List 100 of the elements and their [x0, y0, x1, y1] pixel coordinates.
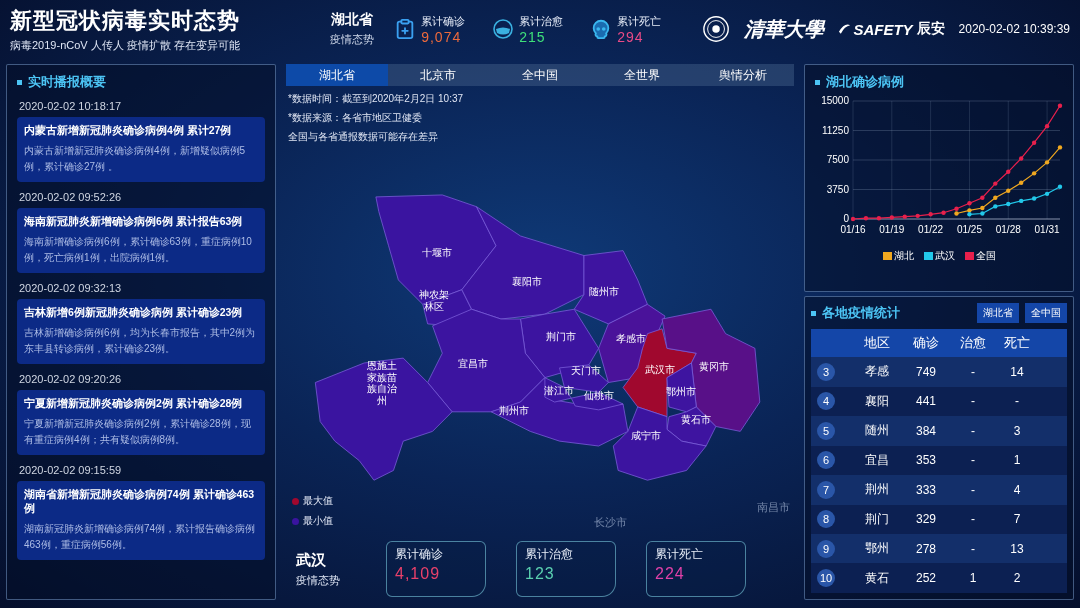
data-point	[863, 216, 869, 221]
map-region[interactable]	[520, 308, 599, 378]
table-cell-text: -	[970, 482, 976, 497]
news-time: 2020-02-02 09:15:59	[19, 464, 123, 476]
stat-label: 累计死亡	[617, 13, 662, 29]
data-point	[993, 181, 998, 186]
stat-value: 9,074	[421, 28, 463, 45]
dashboard-title: 新型冠状病毒实时态势	[10, 6, 241, 35]
axis-label: 0	[843, 213, 849, 224]
region-label: 鄂州市	[665, 386, 696, 398]
column-header: 死亡	[1003, 334, 1031, 353]
data-point	[967, 201, 972, 206]
data-point	[1057, 145, 1063, 150]
column-header: 治愈	[959, 334, 987, 353]
stat-value: 224	[655, 565, 686, 583]
news-body: 湖南新冠肺炎新增确诊病例74例，累计报告确诊病例463例，重症病例56例。	[24, 522, 257, 552]
region-label: 黄石市	[681, 413, 712, 425]
region-label: 武汉市	[645, 363, 676, 375]
news-card[interactable]: 海南新冠肺炎新增确诊病例6例 累计报告63例 海南新增确诊病例6例，累计确诊63例，重症病例10例，死亡病例1例，出院病例1例。	[17, 208, 265, 273]
panel-title: 各地疫情统计	[811, 304, 900, 322]
legend-label: 全国	[975, 249, 996, 263]
data-point	[902, 214, 907, 219]
news-card[interactable]: 湖南省新增新冠肺炎确诊病例74例 累计确诊463例 湖南新冠肺炎新增确诊病例74例，累计报告确诊病例463例，重症病例56例。	[17, 481, 265, 560]
university-logo-text: 清華大學	[744, 15, 825, 43]
stat-label: 累计死亡	[655, 546, 704, 563]
table-cell-text: 749	[915, 364, 937, 379]
news-card[interactable]: 宁夏新增新冠肺炎确诊病例2例 累计确诊28例 宁夏新增新冠肺炎确诊病例2例，累计确诊28例，现有重症病例4例；共有疑似病例8例。	[17, 390, 265, 455]
column-header: 确诊	[912, 334, 940, 353]
news-time: 2020-02-02 09:52:26	[19, 191, 123, 203]
news-body: 内蒙古新增新冠肺炎确诊病例4例，新增疑似病例5例，累计确诊27例 。	[24, 144, 247, 174]
region-label: 孝感市	[615, 333, 646, 345]
data-point	[993, 195, 998, 200]
table-cell-text: 329	[915, 512, 937, 527]
data-point	[1031, 196, 1037, 201]
table-cell-text: -	[970, 541, 976, 556]
axis-label: 01/22	[918, 224, 944, 235]
axis-label: 15000	[821, 95, 849, 106]
data-point	[1019, 198, 1024, 204]
data-point	[1006, 201, 1011, 207]
company-logo-text: 辰安	[916, 20, 945, 38]
table-cell-text: -	[970, 512, 976, 527]
table-cell-text: -	[1014, 394, 1020, 409]
region-caption: 疫情态势	[330, 32, 375, 47]
table-cell-text: -	[970, 453, 976, 468]
scope-button[interactable]: 湖北省	[977, 303, 1019, 323]
region-label: 天门市	[570, 364, 601, 376]
axis-label: 01/19	[879, 224, 905, 235]
table-cell-text: 荆门	[864, 510, 890, 528]
news-headline: 内蒙古新增新冠肺炎确诊病例4例 累计27例	[24, 124, 233, 138]
news-time: 2020-02-02 10:18:17	[19, 100, 123, 112]
rank-badge: 4	[817, 392, 835, 411]
map-region[interactable]	[490, 377, 629, 447]
table-cell-text: 宜昌	[864, 451, 890, 469]
tab[interactable]: 全世界	[590, 64, 693, 86]
company-logo-text: SAFETY	[853, 20, 913, 38]
data-point	[993, 204, 998, 209]
data-point	[1044, 191, 1050, 197]
tab[interactable]: 湖北省	[286, 64, 388, 86]
scope-button[interactable]: 全中国	[1025, 303, 1067, 323]
table-cell-text: 14	[1009, 364, 1025, 379]
region-label: 荆州市	[498, 404, 529, 416]
data-point	[1006, 188, 1011, 193]
stat-label: 累计确诊	[395, 546, 444, 563]
stat-value: 215	[519, 28, 547, 45]
news-body: 宁夏新增新冠肺炎确诊病例2例，累计确诊28例，现有重症病例4例；共有疑似病例8例。	[24, 417, 252, 447]
axis-label: 01/31	[1034, 224, 1060, 235]
tab[interactable]: 舆情分析	[692, 64, 794, 86]
rank-badge: 5	[817, 421, 835, 440]
stat-value: 4,109	[395, 565, 442, 583]
tab[interactable]: 北京市	[387, 64, 490, 86]
table-cell-text: 384	[915, 423, 937, 438]
news-headline: 海南新冠肺炎新增确诊病例6例 累计报告63例	[24, 215, 244, 229]
table-cell-text: -	[970, 394, 976, 409]
map-region[interactable]	[314, 357, 453, 481]
map-region[interactable]	[666, 362, 697, 413]
data-point	[1057, 103, 1063, 108]
news-time: 2020-02-02 09:32:13	[19, 282, 123, 294]
stat-value: 294	[617, 28, 645, 45]
region-label: 潜江市	[543, 385, 574, 397]
table-cell-text: -	[970, 423, 976, 438]
rank-badge: 8	[817, 510, 835, 529]
axis-label: 3750	[826, 183, 849, 195]
data-point	[1019, 156, 1024, 161]
table-cell-text: 333	[915, 482, 937, 497]
news-time: 2020-02-02 09:20:26	[19, 373, 123, 385]
data-point	[876, 216, 882, 221]
dashboard-subtitle: 病毒2019-nCoV 人传人 疫情扩散 存在变异可能	[10, 37, 241, 53]
table-cell-text: 鄂州	[864, 540, 890, 558]
data-point	[1044, 160, 1050, 165]
region-name: 湖北省	[331, 11, 374, 29]
stat-label: 累计治愈	[525, 546, 574, 563]
news-card[interactable]: 吉林新增6例新冠肺炎确诊病例 累计确诊23例 吉林新增确诊病例6例，均为长春市报告，其中2例为东丰县转诊病例，累计确诊23例。	[17, 299, 265, 364]
table-cell-text: 441	[915, 394, 937, 409]
region-label: 十堰市	[422, 246, 453, 258]
news-headline: 湖南省新增新冠肺炎确诊病例74例 累计确诊463例	[24, 488, 256, 516]
news-card[interactable]: 内蒙古新增新冠肺炎确诊病例4例 累计27例 内蒙古新增新冠肺炎确诊病例4例，新增疑似病例5例，累计确诊27例 。	[17, 117, 265, 182]
news-headline: 吉林新增6例新冠肺炎确诊病例 累计确诊23例	[24, 306, 244, 320]
city-caption: 疫情态势	[296, 572, 341, 588]
region-label: 襄阳市	[512, 275, 543, 287]
tab[interactable]: 全中国	[489, 64, 591, 86]
